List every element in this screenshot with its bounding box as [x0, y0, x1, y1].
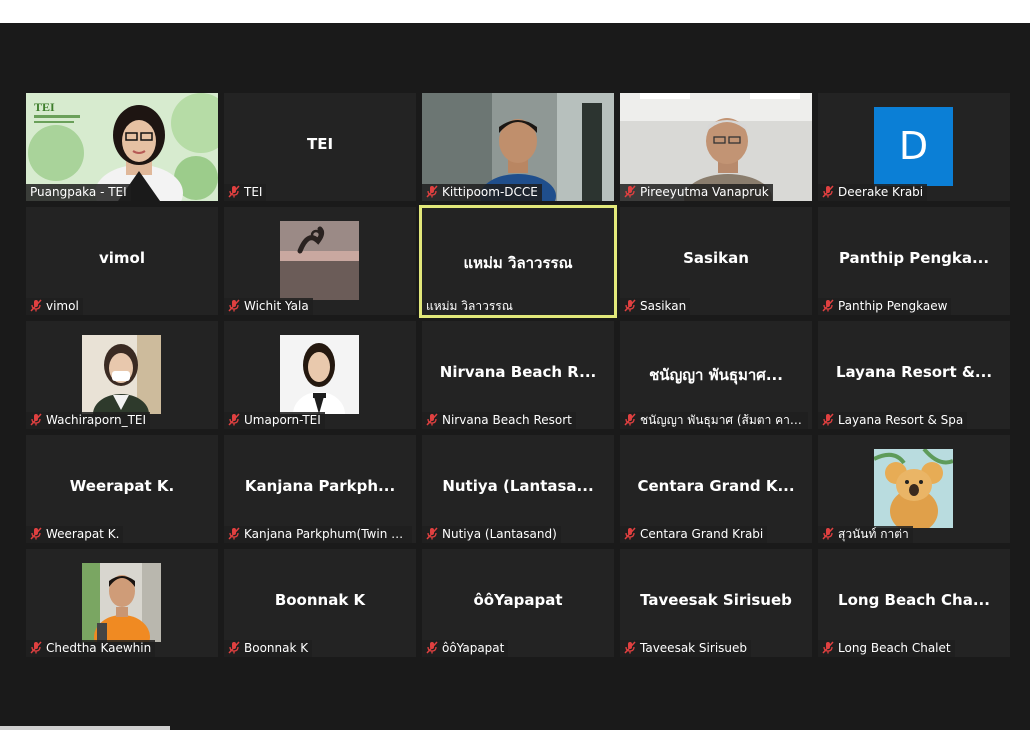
- participant-tile-wichit[interactable]: Wichit Yala: [224, 207, 416, 315]
- participant-tile-deerake[interactable]: D Deerake Krabi: [818, 93, 1010, 201]
- video-gallery-grid: TEI Puangpaka - TEI TEI TEI Kittipoom-DC…: [26, 93, 1012, 658]
- mic-muted-icon: [228, 641, 240, 654]
- participant-tile-tei[interactable]: TEI TEI: [224, 93, 416, 201]
- mic-muted-icon: [30, 641, 42, 654]
- participant-display-name: Panthip Pengka...: [838, 249, 990, 267]
- participant-display-name: Nutiya (Lantasa...: [442, 477, 594, 495]
- participant-name-label: Centara Grand Krabi: [640, 527, 764, 541]
- participant-display-name: Boonnak K: [274, 591, 366, 609]
- participant-name-label: Umaporn-TEI: [244, 413, 321, 427]
- participant-name-label: Boonnak K: [244, 641, 309, 655]
- mic-muted-icon: [624, 527, 636, 540]
- participant-display-name: Nirvana Beach R...: [439, 363, 597, 381]
- participant-display-name: Long Beach Cha...: [838, 591, 990, 609]
- profile-picture: [280, 335, 359, 414]
- participant-tile-nirvana[interactable]: Nirvana Beach R... Nirvana Beach Resort: [422, 321, 614, 429]
- profile-picture: [82, 335, 161, 414]
- mic-muted-icon: [228, 413, 240, 426]
- participant-name-label: Taveesak Sirisueb: [640, 641, 748, 655]
- participant-name-label: Nutiya (Lantasand): [442, 527, 557, 541]
- mic-muted-icon: [426, 641, 438, 654]
- participant-name-label: Weerapat K.: [46, 527, 120, 541]
- participant-tile-boonnak[interactable]: Boonnak K Boonnak K: [224, 549, 416, 657]
- participant-tile-yapapat[interactable]: ôôYapapat ôôYapapat: [422, 549, 614, 657]
- participant-tile-active-speaker[interactable]: แหม่ม วิลาวรรณ แหม่ม วิลาวรรณ: [419, 205, 617, 318]
- participant-name-label: Panthip Pengkaew: [838, 299, 948, 313]
- participant-display-name: Layana Resort &...: [835, 363, 993, 381]
- participant-display-name: ôôYapapat: [473, 591, 563, 609]
- participant-tile-panthip[interactable]: Panthip Pengka... Panthip Pengkaew: [818, 207, 1010, 315]
- mic-muted-icon: [426, 185, 438, 198]
- mic-muted-icon: [822, 641, 834, 654]
- profile-picture: [82, 563, 161, 642]
- participant-name-label: Puangpaka - TEI: [26, 184, 131, 201]
- mic-muted-icon: [228, 527, 240, 540]
- mic-muted-icon: [822, 299, 834, 312]
- participant-display-name: Sasikan: [683, 249, 749, 267]
- participant-display-name: Centara Grand K...: [637, 477, 795, 495]
- mic-muted-icon: [822, 527, 834, 540]
- mic-muted-icon: [228, 185, 240, 198]
- window-top-bar: [0, 0, 1030, 23]
- participant-display-name: แหม่ม วิลาวรรณ: [463, 254, 573, 272]
- mic-muted-icon: [228, 299, 240, 312]
- participant-tile-nutiya[interactable]: Nutiya (Lantasa... Nutiya (Lantasand): [422, 435, 614, 543]
- participant-name-label: TEI: [244, 185, 263, 199]
- participant-name-label: สุวนันท์ กาต่า: [838, 527, 909, 541]
- participant-tile-suwanan[interactable]: สุวนันท์ กาต่า: [818, 435, 1010, 543]
- mic-muted-icon: [624, 641, 636, 654]
- participant-tile-kittipoom[interactable]: Kittipoom-DCCE: [422, 93, 614, 201]
- participant-tile-weerapat[interactable]: Weerapat K. Weerapat K.: [26, 435, 218, 543]
- participant-display-name: vimol: [99, 249, 145, 267]
- participant-tile-sasikan[interactable]: Sasikan Sasikan: [620, 207, 812, 315]
- participant-name-label: vimol: [46, 299, 79, 313]
- participant-name-label: Wachiraporn_TEI: [46, 413, 147, 427]
- participant-name-label: Kittipoom-DCCE: [442, 185, 538, 199]
- taskbar-edge: [0, 726, 170, 730]
- mic-muted-icon: [624, 185, 636, 198]
- participant-tile-centara[interactable]: Centara Grand K... Centara Grand Krabi: [620, 435, 812, 543]
- mic-muted-icon: [624, 299, 636, 312]
- participant-tile-wachiraporn[interactable]: Wachiraporn_TEI: [26, 321, 218, 429]
- participant-tile-pireeyutma[interactable]: Pireeyutma Vanapruk: [620, 93, 812, 201]
- participant-name-label: Deerake Krabi: [838, 185, 924, 199]
- participant-display-name: ชนัญญา พันธุมาศ...: [649, 366, 783, 384]
- participant-tile-kanjana[interactable]: Kanjana Parkph... Kanjana Parkphum(Twin …: [224, 435, 416, 543]
- mic-muted-icon: [624, 413, 636, 426]
- mic-muted-icon: [30, 527, 42, 540]
- participant-display-name: Weerapat K.: [69, 477, 175, 495]
- participant-name-label: แหม่ม วิลาวรรณ: [426, 299, 513, 313]
- participant-tile-vimol[interactable]: vimol vimol: [26, 207, 218, 315]
- participant-name-label: ôôYapapat: [442, 641, 505, 655]
- avatar: D: [874, 107, 953, 186]
- participant-display-name: Taveesak Sirisueb: [640, 591, 792, 609]
- participant-display-name: TEI: [306, 135, 334, 153]
- participant-tile-puangpaka[interactable]: TEI Puangpaka - TEI: [26, 93, 218, 201]
- svg-text:TEI: TEI: [34, 100, 55, 114]
- participant-tile-longbeach[interactable]: Long Beach Cha... Long Beach Chalet: [818, 549, 1010, 657]
- mic-muted-icon: [30, 299, 42, 312]
- participant-name-label: ชนัญญา พันธุมาศ (ส้มตา คาซ...: [640, 413, 808, 427]
- participant-tile-chedtha[interactable]: Chedtha Kaewhin: [26, 549, 218, 657]
- mic-muted-icon: [30, 413, 42, 426]
- participant-name-label: Kanjana Parkphum(Twin Lo...: [244, 527, 412, 541]
- profile-picture: [874, 449, 953, 528]
- participant-name-label: Wichit Yala: [244, 299, 309, 313]
- participant-name-label: Chedtha Kaewhin: [46, 641, 152, 655]
- profile-picture: [280, 221, 359, 300]
- mic-muted-icon: [822, 185, 834, 198]
- mic-muted-icon: [426, 413, 438, 426]
- participant-name-label: Pireeyutma Vanapruk: [640, 185, 769, 199]
- participant-tile-taveesak[interactable]: Taveesak Sirisueb Taveesak Sirisueb: [620, 549, 812, 657]
- participant-name-label: Nirvana Beach Resort: [442, 413, 572, 427]
- participant-tile-layana[interactable]: Layana Resort &... Layana Resort & Spa: [818, 321, 1010, 429]
- participant-tile-chanunya[interactable]: ชนัญญา พันธุมาศ... ชนัญญา พันธุมาศ (ส้มต…: [620, 321, 812, 429]
- participant-display-name: Kanjana Parkph...: [244, 477, 396, 495]
- mic-muted-icon: [426, 527, 438, 540]
- participant-name-label: Long Beach Chalet: [838, 641, 951, 655]
- participant-tile-umaporn[interactable]: Umaporn-TEI: [224, 321, 416, 429]
- participant-name-label: Sasikan: [640, 299, 687, 313]
- mic-muted-icon: [822, 413, 834, 426]
- participant-name-label: Layana Resort & Spa: [838, 413, 964, 427]
